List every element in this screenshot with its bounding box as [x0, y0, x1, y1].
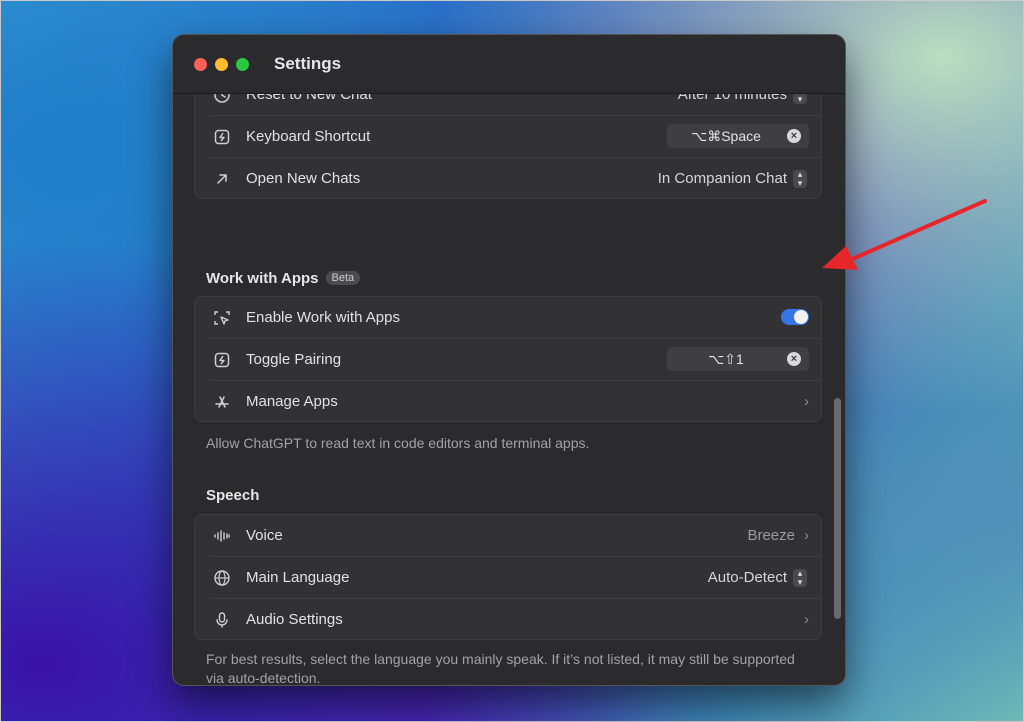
- manage-apps-row[interactable]: Manage Apps ›: [195, 381, 821, 423]
- toggle-pairing-row: Toggle Pairing ⌥⇧1 ×: [195, 339, 821, 381]
- voice-label: Voice: [246, 527, 283, 544]
- microphone-icon: [216, 612, 228, 628]
- reset-to-new-chat-row[interactable]: Reset to New Chat After 10 minutes ▴▾: [195, 93, 821, 116]
- work-with-apps-card: Enable Work with Apps Toggle Pairing ⌥⇧1…: [194, 296, 822, 422]
- work-with-apps-heading: Work with Apps Beta: [206, 270, 361, 287]
- minimize-window-button[interactable]: [215, 58, 228, 71]
- main-language-value[interactable]: Auto-Detect: [708, 569, 787, 586]
- window-title: Settings: [274, 54, 342, 73]
- settings-window: Settings Reset to New Chat After 10 minu…: [173, 35, 845, 685]
- voice-value: Breeze: [747, 527, 795, 544]
- chevron-right-icon: ›: [804, 611, 809, 628]
- chevron-right-icon: ›: [804, 393, 809, 410]
- clock-icon: [214, 93, 230, 103]
- title-bar: Settings: [173, 35, 845, 94]
- toggle-pairing-shortcut-field[interactable]: ⌥⇧1 ×: [667, 347, 809, 371]
- chat-settings-card: Reset to New Chat After 10 minutes ▴▾ Ke…: [194, 93, 822, 199]
- reset-to-new-chat-value[interactable]: After 10 minutes: [678, 93, 787, 103]
- speech-note: For best results, select the language yo…: [206, 651, 795, 685]
- work-with-apps-note: Allow ChatGPT to read text in code edito…: [206, 435, 590, 451]
- globe-icon: [214, 570, 230, 586]
- shortcut-key-icon: [214, 352, 230, 368]
- waveform-icon: [214, 530, 230, 542]
- keyboard-shortcut-label: Keyboard Shortcut: [246, 128, 371, 145]
- up-down-chevron-icon[interactable]: ▴▾: [793, 93, 807, 104]
- voice-row[interactable]: Voice Breeze ›: [195, 515, 821, 557]
- beta-badge: Beta: [325, 271, 361, 285]
- main-language-label: Main Language: [246, 569, 350, 586]
- speech-card: Voice Breeze › Main Language Auto-Detect…: [194, 514, 822, 640]
- pointer-selection-icon: [214, 311, 230, 325]
- clear-shortcut-icon[interactable]: ×: [787, 129, 801, 143]
- open-new-chats-label: Open New Chats: [246, 170, 361, 187]
- toggle-pairing-label: Toggle Pairing: [246, 351, 342, 368]
- audio-settings-row[interactable]: Audio Settings ›: [195, 599, 821, 641]
- enable-work-with-apps-label: Enable Work with Apps: [246, 309, 400, 326]
- zoom-window-button[interactable]: [236, 58, 249, 71]
- vertical-scrollbar[interactable]: [834, 398, 841, 619]
- shortcut-key-icon: [214, 129, 230, 145]
- keyboard-shortcut-keys: ⌥⌘Space: [691, 128, 761, 144]
- keyboard-shortcut-row: Keyboard Shortcut ⌥⌘Space ×: [195, 116, 821, 158]
- manage-apps-label: Manage Apps: [246, 393, 338, 410]
- reset-to-new-chat-label: Reset to New Chat: [246, 93, 372, 103]
- toggle-pairing-keys: ⌥⇧1: [708, 351, 744, 367]
- open-new-chats-value[interactable]: In Companion Chat: [658, 170, 787, 187]
- app-store-icon: [215, 396, 229, 408]
- enable-work-with-apps-row: Enable Work with Apps: [195, 297, 821, 339]
- arrow-up-right-icon: [217, 174, 227, 184]
- up-down-chevron-icon[interactable]: ▴▾: [793, 170, 807, 188]
- close-window-button[interactable]: [194, 58, 207, 71]
- enable-work-with-apps-toggle[interactable]: [781, 309, 809, 325]
- up-down-chevron-icon[interactable]: ▴▾: [793, 569, 807, 587]
- open-new-chats-row[interactable]: Open New Chats In Companion Chat ▴ ▾: [195, 158, 821, 200]
- work-with-apps-title: Work with Apps: [206, 270, 319, 287]
- audio-settings-label: Audio Settings: [246, 611, 343, 628]
- toggle-knob: [794, 310, 808, 324]
- settings-content: Reset to New Chat After 10 minutes ▴▾ Ke…: [173, 93, 845, 685]
- speech-heading: Speech: [206, 487, 260, 504]
- main-language-row[interactable]: Main Language Auto-Detect ▴ ▾: [195, 557, 821, 599]
- keyboard-shortcut-field[interactable]: ⌥⌘Space ×: [667, 124, 809, 148]
- clear-shortcut-icon[interactable]: ×: [787, 352, 801, 366]
- chevron-right-icon: ›: [804, 527, 809, 544]
